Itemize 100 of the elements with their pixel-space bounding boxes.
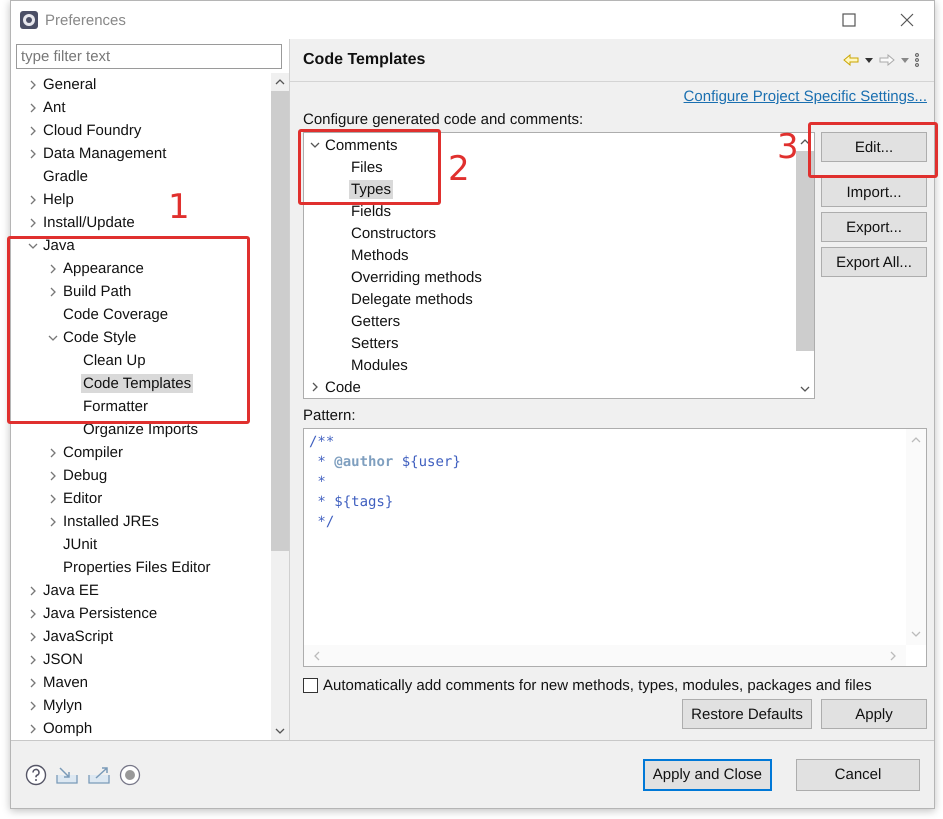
help-icon[interactable] bbox=[25, 764, 47, 786]
tree-item[interactable]: Compiler bbox=[61, 443, 126, 462]
chevron-right-icon[interactable] bbox=[28, 632, 38, 642]
tree-item[interactable]: Help bbox=[41, 190, 76, 209]
step-number: 1 bbox=[168, 190, 190, 224]
template-action-button[interactable]: Export... bbox=[821, 212, 927, 242]
export-icon[interactable] bbox=[87, 764, 111, 784]
code-line: * bbox=[316, 473, 326, 492]
chevron-right-icon[interactable] bbox=[48, 264, 58, 274]
chevron-right-icon[interactable] bbox=[28, 678, 38, 688]
tree-item[interactable]: Fields bbox=[349, 202, 394, 220]
page-title: Code Templates bbox=[303, 51, 426, 69]
chevron-right-icon[interactable] bbox=[28, 586, 38, 596]
chevron-right-icon[interactable] bbox=[48, 470, 58, 480]
tree-item[interactable]: Delegate methods bbox=[349, 290, 475, 308]
page-action-button[interactable]: Apply bbox=[821, 699, 927, 729]
tree-item[interactable]: Comments bbox=[323, 136, 400, 154]
import-icon[interactable] bbox=[55, 764, 79, 784]
chevron-right-icon[interactable] bbox=[310, 382, 320, 392]
scroll-up-icon[interactable] bbox=[800, 137, 810, 147]
tree-item[interactable]: Cloud Foundry bbox=[41, 121, 144, 140]
filter-field[interactable]: type filter text bbox=[16, 44, 282, 69]
chevron-right-icon[interactable] bbox=[28, 102, 38, 112]
tree-item[interactable]: Code Style bbox=[61, 328, 138, 347]
tree-item[interactable]: Code bbox=[323, 378, 363, 396]
checkbox-label[interactable]: Automatically add comments for new methods, types, modules, packages and files bbox=[323, 677, 872, 694]
template-action-button[interactable]: Import... bbox=[821, 177, 927, 207]
tree-item[interactable]: Overriding methods bbox=[349, 268, 484, 286]
template-action-button[interactable]: Edit... bbox=[821, 132, 927, 162]
chevron-right-icon[interactable] bbox=[28, 80, 38, 90]
tree-item[interactable]: Installed JREs bbox=[61, 512, 161, 531]
tree-item[interactable]: Code Coverage bbox=[61, 305, 170, 324]
tree-item[interactable]: Code Templates bbox=[81, 374, 194, 393]
tree-item[interactable]: Constructors bbox=[349, 224, 438, 242]
tree-item[interactable]: Appearance bbox=[61, 259, 146, 278]
tree-item[interactable]: Oomph bbox=[41, 719, 94, 738]
tree-item[interactable]: Types bbox=[349, 180, 394, 198]
tree-item[interactable]: Gradle bbox=[41, 167, 90, 186]
chevron-right-icon[interactable] bbox=[28, 654, 38, 664]
chevron-down-icon[interactable] bbox=[310, 140, 320, 150]
tree-item[interactable]: General bbox=[41, 75, 98, 94]
tree-item[interactable]: Java EE bbox=[41, 581, 101, 600]
tree-item[interactable]: Debug bbox=[61, 466, 110, 485]
tree-item[interactable]: JUnit bbox=[61, 535, 100, 554]
chevron-right-icon[interactable] bbox=[28, 126, 38, 136]
tree-item[interactable]: Organize Imports bbox=[81, 420, 200, 439]
dialog-button[interactable]: Apply and Close bbox=[642, 758, 772, 790]
scrollbar[interactable] bbox=[271, 73, 289, 740]
tree-item[interactable]: Editor bbox=[61, 489, 104, 508]
tree-item[interactable]: Setters bbox=[349, 334, 401, 352]
page-action-button[interactable]: Restore Defaults bbox=[682, 699, 812, 729]
step-number: 2 bbox=[448, 152, 470, 186]
app-icon bbox=[19, 10, 39, 30]
tree-item[interactable]: Getters bbox=[349, 312, 402, 330]
chevron-right-icon[interactable] bbox=[28, 148, 38, 158]
chevron-right-icon[interactable] bbox=[28, 724, 38, 734]
tree-item[interactable]: Mylyn bbox=[41, 696, 84, 715]
chevron-right-icon[interactable] bbox=[28, 194, 38, 204]
tree-item[interactable]: Java Persistence bbox=[41, 604, 160, 623]
chevron-right-icon[interactable] bbox=[28, 700, 38, 710]
chevron-right-icon[interactable] bbox=[48, 286, 58, 296]
chevron-down-icon[interactable] bbox=[28, 240, 38, 250]
tree-item[interactable]: Maven bbox=[41, 673, 90, 692]
code-line: /** bbox=[309, 433, 334, 452]
tree-item[interactable]: Ant bbox=[41, 98, 68, 117]
tree-item[interactable]: Clean Up bbox=[81, 351, 148, 370]
step-number: 3 bbox=[777, 130, 799, 164]
tree-item[interactable]: JSON bbox=[41, 650, 86, 669]
tree-item[interactable]: Modules bbox=[349, 356, 410, 374]
code-line: *@author ${user} bbox=[316, 453, 461, 472]
chevron-right-icon[interactable] bbox=[28, 608, 38, 618]
chevron-right-icon[interactable] bbox=[28, 218, 38, 228]
dropdown-icon[interactable] bbox=[865, 58, 873, 62]
chevron-right-icon[interactable] bbox=[48, 494, 58, 504]
close-icon[interactable] bbox=[900, 13, 914, 27]
tree-item[interactable]: Java bbox=[41, 236, 77, 255]
scroll-down-icon[interactable] bbox=[275, 726, 285, 736]
tree-item[interactable]: Files bbox=[349, 158, 385, 176]
tree-item[interactable]: Methods bbox=[349, 246, 411, 264]
pattern-label: Pattern: bbox=[303, 407, 357, 424]
tree-item[interactable]: Properties Files Editor bbox=[61, 558, 213, 577]
scroll-down-icon[interactable] bbox=[800, 384, 810, 394]
checkbox[interactable] bbox=[303, 678, 318, 693]
tree-item[interactable]: Data Management bbox=[41, 144, 168, 163]
scroll-up-icon[interactable] bbox=[275, 77, 285, 87]
chevron-down-icon[interactable] bbox=[48, 332, 58, 342]
record-icon[interactable] bbox=[119, 764, 141, 786]
tree-item[interactable]: Formatter bbox=[81, 397, 150, 416]
code-line: */ bbox=[316, 513, 334, 532]
maximize-icon[interactable] bbox=[842, 13, 856, 27]
tree-item[interactable]: Build Path bbox=[61, 282, 134, 301]
chevron-right-icon[interactable] bbox=[48, 516, 58, 526]
chevron-right-icon[interactable] bbox=[48, 448, 58, 458]
template-action-button[interactable]: Export All... bbox=[821, 247, 927, 277]
tree-item[interactable]: JavaScript bbox=[41, 627, 116, 646]
more-icon[interactable] bbox=[915, 53, 919, 67]
templates-label: Configure generated code and comments: bbox=[303, 111, 584, 128]
dialog-button[interactable]: Cancel bbox=[796, 758, 920, 790]
project-settings-link[interactable]: Configure Project Specific Settings... bbox=[684, 88, 927, 105]
tree-item[interactable]: Install/Update bbox=[41, 213, 137, 232]
